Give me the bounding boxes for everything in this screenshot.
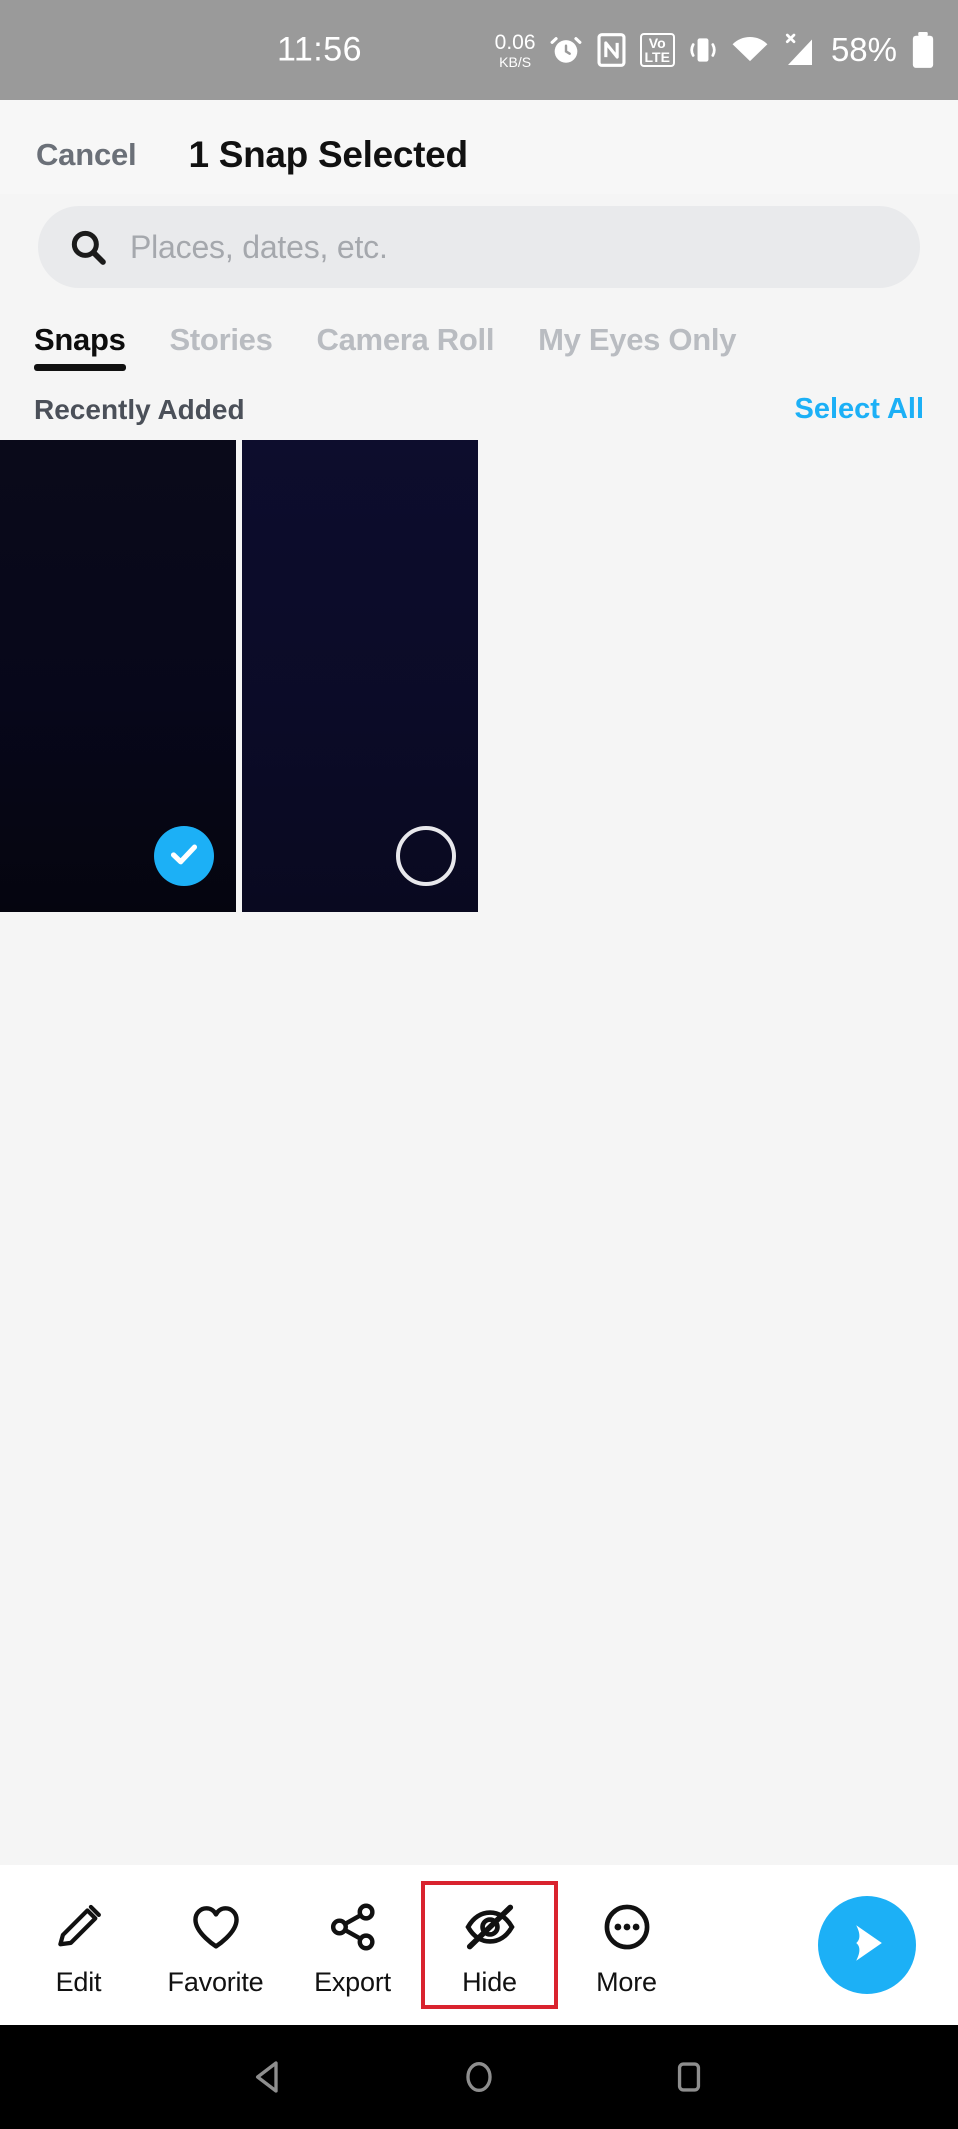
wifi-icon <box>731 34 769 66</box>
cellular-signal-no-data-icon <box>782 32 818 68</box>
export-button[interactable]: Export <box>284 1881 421 2009</box>
volte-line-2: LTE <box>644 49 670 65</box>
recents-square-icon[interactable] <box>668 2056 710 2098</box>
search-section: Places, dates, etc. <box>0 194 958 288</box>
edit-button[interactable]: Edit <box>10 1881 147 2009</box>
tab-camera-roll[interactable]: Camera Roll <box>295 322 517 371</box>
eye-off-icon <box>462 1893 518 1961</box>
pencil-icon <box>51 1893 107 1961</box>
battery-icon <box>910 31 936 69</box>
edit-button-label: Edit <box>55 1966 102 1997</box>
tab-stories[interactable]: Stories <box>148 322 295 371</box>
cancel-button[interactable]: Cancel <box>36 137 137 173</box>
content-empty-area <box>0 912 958 1865</box>
page-title: 1 Snap Selected <box>188 134 468 175</box>
section-header: Recently Added Select All <box>0 371 958 440</box>
hide-button-label: Hide <box>462 1966 517 1997</box>
tab-stories-label: Stories <box>169 322 273 357</box>
favorite-button[interactable]: Favorite <box>147 1881 284 2009</box>
export-button-label: Export <box>314 1966 391 1997</box>
vibrate-icon <box>688 33 718 67</box>
select-all-button[interactable]: Select All <box>795 393 924 426</box>
volte-icon: Vo LTE <box>639 32 675 68</box>
snap-thumbnail-2[interactable] <box>242 440 478 912</box>
snap-thumbnail-1-checkbox[interactable] <box>154 826 214 886</box>
snap-thumbnail-1[interactable] <box>0 440 236 912</box>
tab-bar: Snaps Stories Camera Roll My Eyes Only <box>0 288 958 371</box>
tab-snaps-label: Snaps <box>34 322 126 357</box>
data-rate-value: 0.06 <box>494 30 536 54</box>
more-button[interactable]: More <box>558 1881 695 2009</box>
more-dots-icon <box>599 1893 655 1961</box>
battery-percentage: 58% <box>830 31 897 68</box>
data-rate-indicator: 0.06 KB/S <box>495 32 536 69</box>
search-icon <box>68 227 108 267</box>
nfc-icon <box>596 33 627 67</box>
home-circle-icon[interactable] <box>458 2056 500 2098</box>
snap-thumbnail-2-checkbox[interactable] <box>396 826 456 886</box>
snap-grid <box>0 440 958 912</box>
tab-my-eyes-only[interactable]: My Eyes Only <box>516 322 758 371</box>
alarm-clock-icon <box>549 33 583 67</box>
android-nav-bar <box>0 2025 958 2129</box>
tab-snaps[interactable]: Snaps <box>34 322 148 371</box>
more-button-label: More <box>596 1966 657 1997</box>
data-rate-unit: KB/S <box>499 53 532 70</box>
app-screen: 11:56 0.06 KB/S Vo LTE 58% Cancel 1 Snap… <box>0 0 958 2129</box>
search-input[interactable]: Places, dates, etc. <box>38 206 920 288</box>
bottom-toolbar: Edit Favorite Export Hide More <box>0 1865 958 2025</box>
status-bar: 11:56 0.06 KB/S Vo LTE 58% <box>0 0 958 100</box>
status-bar-clock: 11:56 <box>277 30 363 69</box>
app-bar: Cancel 1 Snap Selected <box>0 100 958 194</box>
volte-line-1: Vo <box>648 34 666 51</box>
status-bar-icons: 0.06 KB/S Vo LTE 58% <box>495 31 936 69</box>
section-title: Recently Added <box>34 393 245 425</box>
tab-camera-roll-label: Camera Roll <box>316 322 495 357</box>
tab-my-eyes-only-label: My Eyes Only <box>538 322 737 357</box>
back-triangle-icon[interactable] <box>248 2056 290 2098</box>
send-arrow-icon <box>840 1916 894 1975</box>
heart-icon <box>188 1893 244 1961</box>
send-button[interactable] <box>818 1896 916 1994</box>
share-icon <box>325 1893 381 1961</box>
hide-button[interactable]: Hide <box>421 1881 558 2009</box>
search-placeholder: Places, dates, etc. <box>130 228 388 265</box>
favorite-button-label: Favorite <box>167 1966 264 1997</box>
check-icon <box>166 836 202 877</box>
